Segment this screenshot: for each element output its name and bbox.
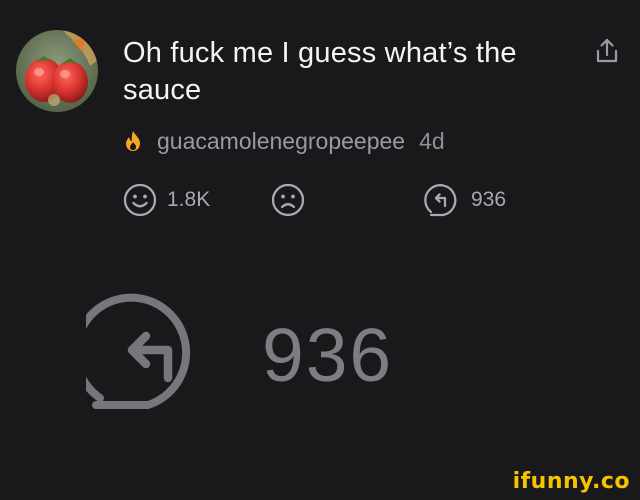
avatar[interactable] (16, 30, 98, 112)
post-age: 4d (419, 127, 445, 154)
likes-count: 1.8K (167, 188, 211, 211)
zoomed-repost-count: 936 (262, 313, 394, 397)
upvote-button[interactable]: 1.8K (122, 180, 210, 220)
reposts-count: 936 (471, 188, 507, 211)
flame-icon (126, 131, 140, 151)
username-link[interactable]: guacamolenegropeepee (157, 128, 405, 155)
downvote-button[interactable] (270, 180, 306, 220)
post-meta: guacamolenegropeepee 4d (123, 124, 445, 158)
screenshot-frame: Oh fuck me I guess what’s the sauce guac… (0, 0, 640, 500)
post-title: Oh fuck me I guess what’s the sauce (123, 37, 517, 106)
avatar-image (16, 30, 98, 112)
smiley-icon (123, 183, 157, 217)
zoomed-repost-icon (72, 290, 236, 412)
ifunny-watermark: ifunny.co (512, 469, 630, 494)
reaction-bar: 1.8K 936 (0, 180, 640, 220)
repost-icon (424, 184, 457, 217)
share-icon[interactable] (592, 36, 622, 66)
repost-button[interactable]: 936 (424, 180, 506, 220)
frown-icon (271, 183, 305, 217)
